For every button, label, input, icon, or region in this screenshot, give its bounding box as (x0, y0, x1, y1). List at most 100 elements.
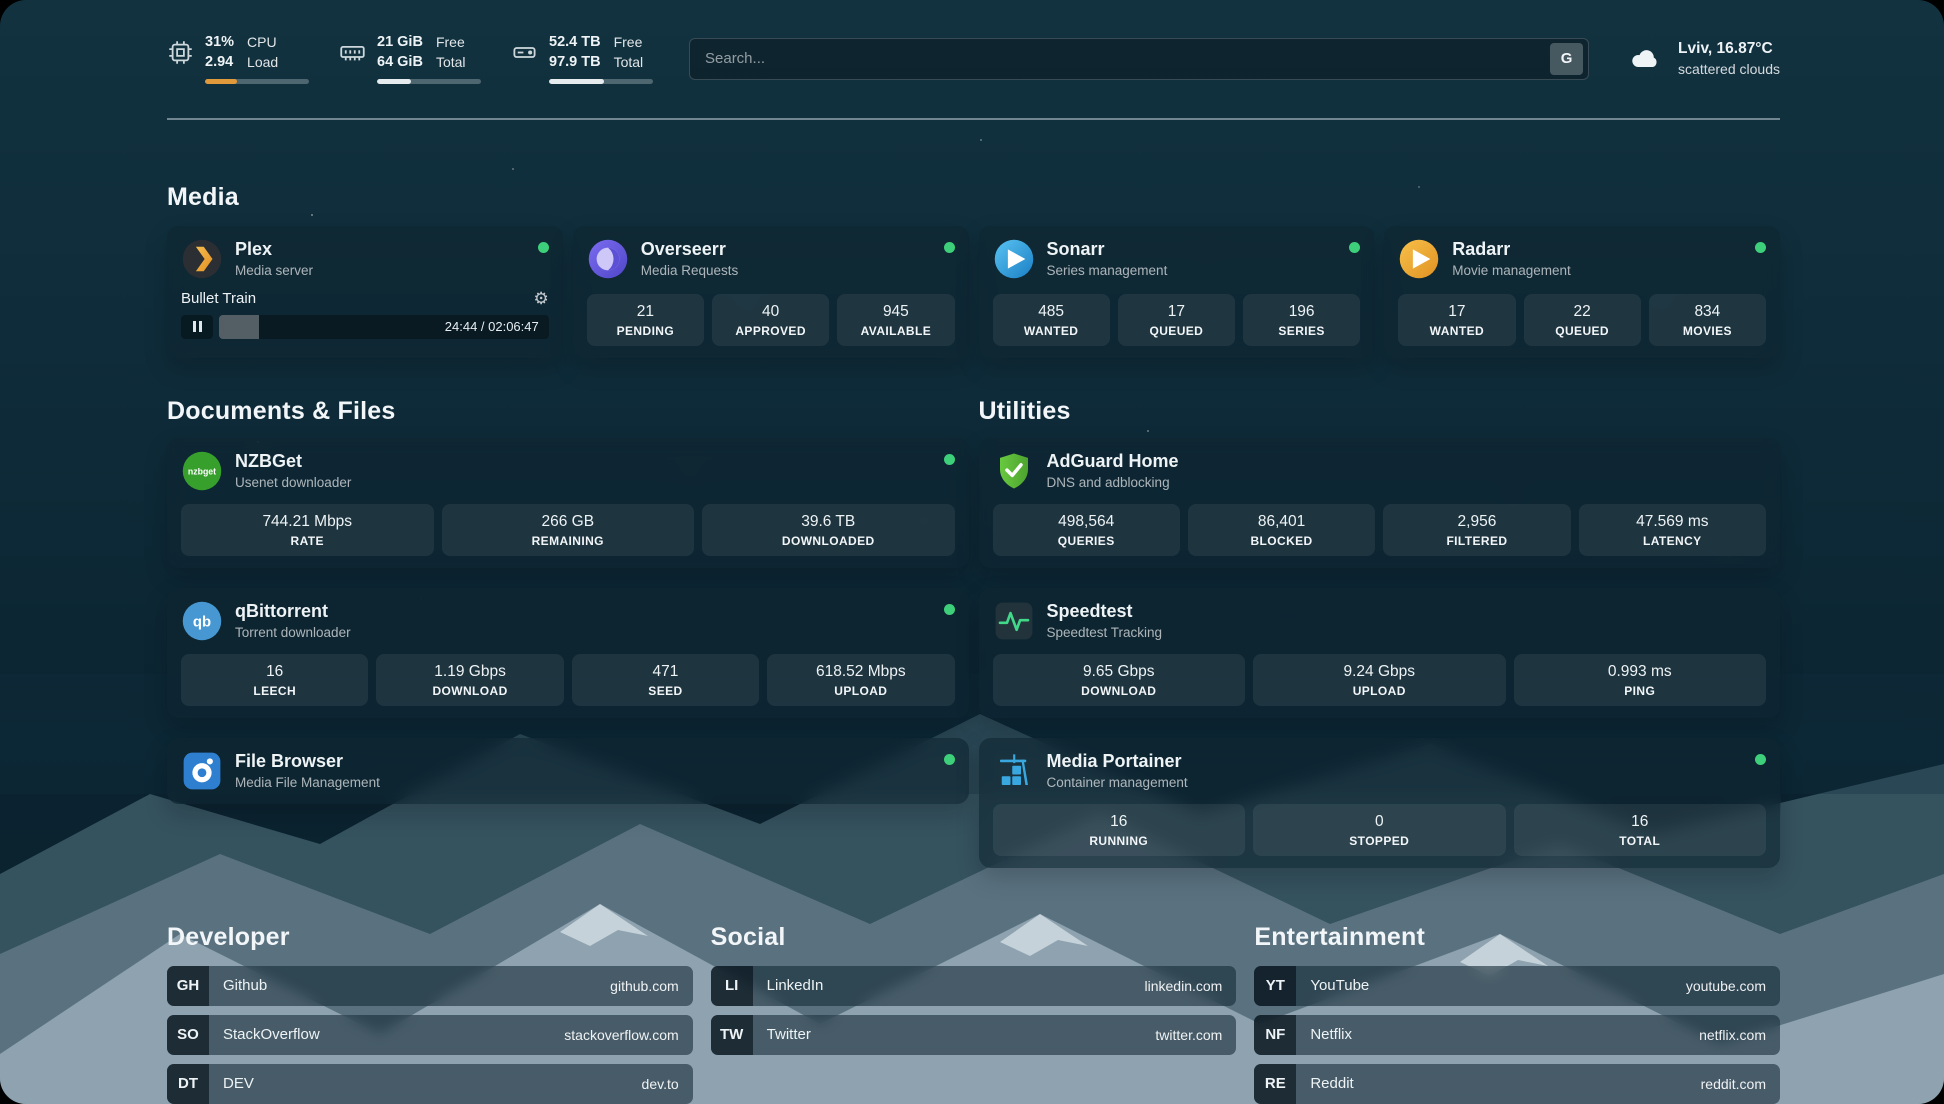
stackoverflow-badge: SO (167, 1015, 209, 1055)
developer-bookmarks: Developer GH Github github.com SO StackO… (167, 924, 693, 1104)
gear-icon[interactable]: ⚙ (534, 290, 549, 307)
stat-running: 16RUNNING (993, 804, 1246, 856)
stat-download: 9.65 GbpsDOWNLOAD (993, 654, 1246, 706)
now-playing-title: Bullet Train (181, 290, 256, 307)
status-dot (944, 604, 955, 615)
radarr-card[interactable]: Radarr Movie management 17WANTED 22QUEUE… (1384, 226, 1780, 358)
memory-icon (339, 39, 366, 66)
memory-total: 64 GiB (377, 54, 423, 71)
cpu-bar (205, 79, 309, 84)
documents-column: Documents & Files nzbget NZBGet Usenet d… (167, 398, 969, 868)
weather-widget: Lviv, 16.87°C scattered clouds (1625, 40, 1780, 77)
svg-text:qb: qb (193, 614, 211, 630)
status-dot (944, 454, 955, 465)
bookmark-linkedin[interactable]: LI LinkedIn linkedin.com (711, 966, 1237, 1006)
bookmark-netflix[interactable]: NF Netflix netflix.com (1254, 1015, 1780, 1055)
app-name: Plex (235, 239, 313, 260)
github-badge: GH (167, 966, 209, 1006)
stat-leech: 16LEECH (181, 654, 368, 706)
filebrowser-card[interactable]: File Browser Media File Management (167, 738, 969, 804)
top-bar: 31% 2.94 CPU Load (167, 0, 1780, 84)
status-dot (1349, 242, 1360, 253)
section-title-documents: Documents & Files (167, 398, 969, 424)
netflix-badge: NF (1254, 1015, 1296, 1055)
stat-wanted: 485WANTED (993, 294, 1110, 346)
overseerr-icon (587, 238, 629, 280)
search-bar: G (689, 38, 1589, 80)
plex-icon (181, 238, 223, 280)
cpu-load-label: Load (247, 54, 278, 71)
stat-total: 16TOTAL (1514, 804, 1767, 856)
weather-location: Lviv, 16.87°C (1678, 40, 1780, 58)
portainer-card[interactable]: Media Portainer Container management 16R… (979, 738, 1781, 868)
section-title-developer: Developer (167, 924, 693, 950)
radarr-icon (1398, 238, 1440, 280)
app-subtitle: Container management (1047, 775, 1188, 790)
app-name: Overseerr (641, 239, 739, 260)
dev-badge: DT (167, 1064, 209, 1104)
system-metrics: 31% 2.94 CPU Load (167, 34, 653, 84)
stat-movies: 834MOVIES (1649, 294, 1766, 346)
plex-progress-bar[interactable]: 24:44 / 02:06:47 (219, 315, 549, 339)
pause-button[interactable] (181, 315, 213, 339)
search-input[interactable] (705, 50, 1550, 67)
stat-series: 196SERIES (1243, 294, 1360, 346)
bookmark-dev[interactable]: DT DEV dev.to (167, 1064, 693, 1104)
bookmark-twitter[interactable]: TW Twitter twitter.com (711, 1015, 1237, 1055)
qbittorrent-icon: qb (181, 600, 223, 642)
stat-upload: 618.52 MbpsUPLOAD (767, 654, 954, 706)
stat-remaining: 266 GBREMAINING (442, 504, 695, 556)
app-name: Media Portainer (1047, 751, 1188, 772)
stat-approved: 40APPROVED (712, 294, 829, 346)
disk-icon (511, 39, 538, 66)
speedtest-card[interactable]: Speedtest Speedtest Tracking 9.65 GbpsDO… (979, 588, 1781, 718)
app-subtitle: Speedtest Tracking (1047, 625, 1163, 640)
qbittorrent-card[interactable]: qb qBittorrent Torrent downloader 16LEEC… (167, 588, 969, 718)
bookmark-github[interactable]: GH Github github.com (167, 966, 693, 1006)
sonarr-card[interactable]: Sonarr Series management 485WANTED 17QUE… (979, 226, 1375, 358)
utilities-column: Utilities AdGuard Home DNS and adblockin… (979, 398, 1781, 868)
app-subtitle: Media File Management (235, 775, 380, 790)
memory-free: 21 GiB (377, 34, 423, 51)
weather-condition: scattered clouds (1678, 61, 1780, 77)
reddit-badge: RE (1254, 1064, 1296, 1104)
adguard-card[interactable]: AdGuard Home DNS and adblocking 498,564Q… (979, 438, 1781, 568)
search-engine-button[interactable]: G (1550, 43, 1583, 75)
status-dot (1755, 242, 1766, 253)
plex-card[interactable]: Plex Media server Bullet Train ⚙ 24:44 /… (167, 226, 563, 358)
app-subtitle: Movie management (1452, 263, 1571, 278)
plex-progress-fill (219, 315, 259, 339)
cpu-load: 2.94 (205, 54, 234, 71)
section-title-utilities: Utilities (979, 398, 1781, 424)
stat-queued: 22QUEUED (1524, 294, 1641, 346)
speedtest-icon (993, 600, 1035, 642)
stat-filtered: 2,956FILTERED (1383, 504, 1570, 556)
linkedin-badge: LI (711, 966, 753, 1006)
status-dot (944, 754, 955, 765)
nzbget-card[interactable]: nzbget NZBGet Usenet downloader 744.21 M… (167, 438, 969, 568)
disk-metric: 52.4 TB 97.9 TB Free Total (511, 34, 653, 84)
app-subtitle: Torrent downloader (235, 625, 351, 640)
app-name: File Browser (235, 751, 380, 772)
app-name: Sonarr (1047, 239, 1168, 260)
bookmark-reddit[interactable]: RE Reddit reddit.com (1254, 1064, 1780, 1104)
app-subtitle: Media Requests (641, 263, 739, 278)
overseerr-card[interactable]: Overseerr Media Requests 21PENDING 40APP… (573, 226, 969, 358)
cpu-percent: 31% (205, 34, 234, 51)
app-subtitle: Usenet downloader (235, 475, 351, 490)
plex-time: 24:44 / 02:06:47 (445, 315, 539, 339)
stat-queries: 498,564QUERIES (993, 504, 1180, 556)
stat-latency: 47.569 msLATENCY (1579, 504, 1766, 556)
disk-bar (549, 79, 653, 84)
disk-free-label: Free (614, 34, 644, 51)
stat-available: 945AVAILABLE (837, 294, 954, 346)
memory-metric: 21 GiB 64 GiB Free Total (339, 34, 481, 84)
nzbget-icon: nzbget (181, 450, 223, 492)
bookmark-youtube[interactable]: YT YouTube youtube.com (1254, 966, 1780, 1006)
stat-queued: 17QUEUED (1118, 294, 1235, 346)
app-subtitle: Media server (235, 263, 313, 278)
sonarr-icon (993, 238, 1035, 280)
stat-seed: 471SEED (572, 654, 759, 706)
status-dot (538, 242, 549, 253)
bookmark-stackoverflow[interactable]: SO StackOverflow stackoverflow.com (167, 1015, 693, 1055)
